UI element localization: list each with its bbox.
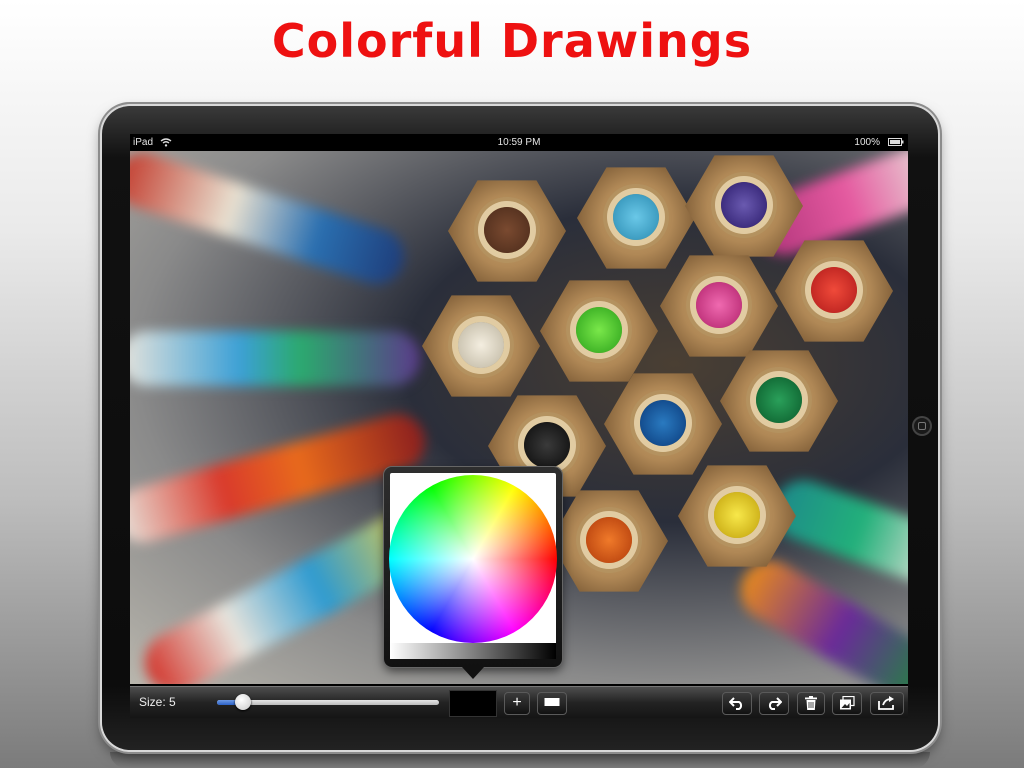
plus-label: + bbox=[512, 694, 522, 711]
home-button[interactable] bbox=[912, 416, 932, 436]
redo-icon bbox=[768, 697, 783, 710]
blurred-pencil bbox=[130, 151, 412, 292]
undo-icon bbox=[728, 697, 743, 710]
color-picker-popover bbox=[384, 467, 562, 667]
pencil-tip-blue bbox=[604, 373, 722, 475]
color-wheel[interactable] bbox=[389, 475, 557, 643]
slider-thumb[interactable] bbox=[235, 694, 252, 710]
add-button[interactable]: + bbox=[504, 692, 530, 715]
pencil-tip-yellow bbox=[678, 465, 796, 567]
status-time: 10:59 PM bbox=[497, 137, 541, 148]
status-bar: iPad 10:59 PM 100% bbox=[130, 134, 908, 151]
undo-button[interactable] bbox=[722, 692, 752, 715]
pencil-tip-white bbox=[422, 295, 540, 397]
device-reflection bbox=[110, 752, 930, 768]
eraser-button[interactable] bbox=[537, 692, 567, 715]
pencil-tip-light-blue bbox=[577, 167, 695, 269]
battery-icon bbox=[888, 138, 904, 146]
share-button[interactable] bbox=[870, 692, 904, 715]
photos-icon bbox=[840, 695, 855, 710]
pencil-tip-dark-green bbox=[720, 350, 838, 452]
pencil-tip-brown bbox=[448, 180, 566, 282]
share-icon bbox=[878, 696, 894, 710]
current-color-swatch[interactable] bbox=[449, 690, 497, 717]
battery-percent: 100% bbox=[854, 137, 880, 148]
redo-button[interactable] bbox=[759, 692, 789, 715]
trash-icon bbox=[805, 696, 817, 710]
bottom-toolbar: Size: 5 + bbox=[130, 686, 908, 718]
photos-button[interactable] bbox=[832, 692, 862, 715]
pencil-tip-orange bbox=[550, 490, 668, 592]
brush-size-label: Size: 5 bbox=[139, 695, 176, 709]
popover-arrow bbox=[462, 667, 484, 679]
pencil-tip-green bbox=[540, 280, 658, 382]
pencil-tip-pink bbox=[660, 255, 778, 357]
brightness-slider[interactable] bbox=[390, 643, 556, 659]
page-title: Colorful Drawings bbox=[271, 14, 753, 68]
trash-button[interactable] bbox=[797, 692, 825, 715]
brush-size-slider[interactable] bbox=[217, 694, 439, 710]
color-picker-panel bbox=[389, 473, 557, 659]
eraser-icon bbox=[544, 698, 560, 706]
blurred-pencil bbox=[130, 331, 420, 386]
